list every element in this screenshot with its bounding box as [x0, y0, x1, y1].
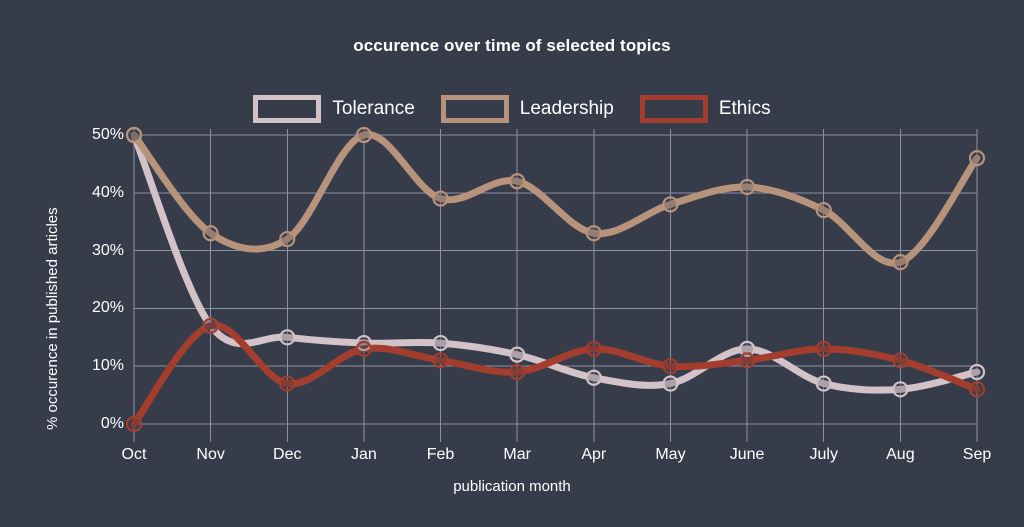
- data-point-leadership-june[interactable]: [738, 178, 756, 196]
- data-point-leadership-jan[interactable]: [355, 126, 373, 144]
- data-point-ethics-july[interactable]: [815, 340, 832, 357]
- x-tick-label: Apr: [581, 446, 607, 463]
- data-point-tolerance-feb[interactable]: [432, 334, 449, 352]
- data-point-leadership-feb[interactable]: [432, 190, 449, 207]
- data-point-tolerance-mar[interactable]: [509, 346, 526, 363]
- x-tick-label: June: [729, 446, 765, 463]
- y-axis-title: % occurence in published articles: [44, 207, 61, 430]
- x-tick-label: Jan: [351, 446, 377, 463]
- data-point-leadership-apr[interactable]: [585, 225, 602, 242]
- data-point-ethics-apr[interactable]: [585, 340, 602, 357]
- data-point-ethics-nov[interactable]: [202, 317, 219, 334]
- data-point-ethics-dec[interactable]: [279, 375, 296, 392]
- data-point-ethics-feb[interactable]: [432, 352, 449, 369]
- y-tick-label: 0%: [100, 415, 124, 432]
- data-point-tolerance-aug[interactable]: [892, 381, 909, 398]
- data-point-leadership-mar[interactable]: [509, 173, 526, 190]
- data-point-ethics-sep[interactable]: [968, 381, 986, 398]
- x-tick-label: May: [655, 446, 686, 463]
- series-lines: [130, 131, 981, 428]
- data-point-tolerance-dec[interactable]: [279, 329, 296, 346]
- data-point-ethics-june[interactable]: [738, 352, 756, 369]
- data-point-ethics-may[interactable]: [662, 358, 679, 375]
- x-axis-title: publication month: [453, 478, 571, 495]
- data-point-tolerance-sep[interactable]: [968, 363, 986, 381]
- x-tick-label: July: [809, 446, 838, 463]
- data-point-ethics-mar[interactable]: [509, 363, 526, 381]
- data-point-tolerance-july[interactable]: [815, 375, 832, 392]
- data-point-tolerance-may[interactable]: [662, 375, 679, 392]
- data-point-leadership-may[interactable]: [662, 196, 679, 213]
- x-tick-label: Aug: [886, 446, 915, 463]
- data-point-tolerance-apr[interactable]: [585, 369, 602, 386]
- x-tick-label: Mar: [503, 446, 531, 463]
- gridlines: [133, 129, 978, 442]
- data-point-leadership-july[interactable]: [815, 202, 832, 219]
- x-tick-label: Oct: [121, 446, 147, 463]
- data-point-ethics-oct[interactable]: [125, 415, 143, 433]
- data-point-leadership-sep[interactable]: [968, 150, 986, 167]
- data-point-leadership-oct[interactable]: [125, 126, 143, 144]
- y-tick-label: 40%: [91, 183, 124, 201]
- y-tick-label: 20%: [91, 299, 124, 317]
- data-point-ethics-aug[interactable]: [892, 352, 909, 369]
- x-tick-label: Nov: [196, 446, 225, 463]
- y-tick-label: 10%: [91, 357, 124, 375]
- y-tick-label: 50%: [91, 126, 124, 143]
- x-tick-label: Feb: [426, 446, 455, 463]
- data-point-ethics-jan[interactable]: [355, 340, 373, 357]
- series-line-leadership: [130, 131, 981, 267]
- chart-container: occurence over time of selected topics T…: [0, 0, 1024, 527]
- x-tick-label: Dec: [273, 446, 302, 463]
- data-point-markers: [125, 126, 986, 433]
- data-point-leadership-aug[interactable]: [892, 254, 909, 271]
- data-point-leadership-dec[interactable]: [279, 230, 296, 248]
- y-tick-label: 30%: [91, 241, 124, 259]
- x-tick-label: Sep: [962, 446, 992, 463]
- data-point-leadership-nov[interactable]: [202, 225, 219, 242]
